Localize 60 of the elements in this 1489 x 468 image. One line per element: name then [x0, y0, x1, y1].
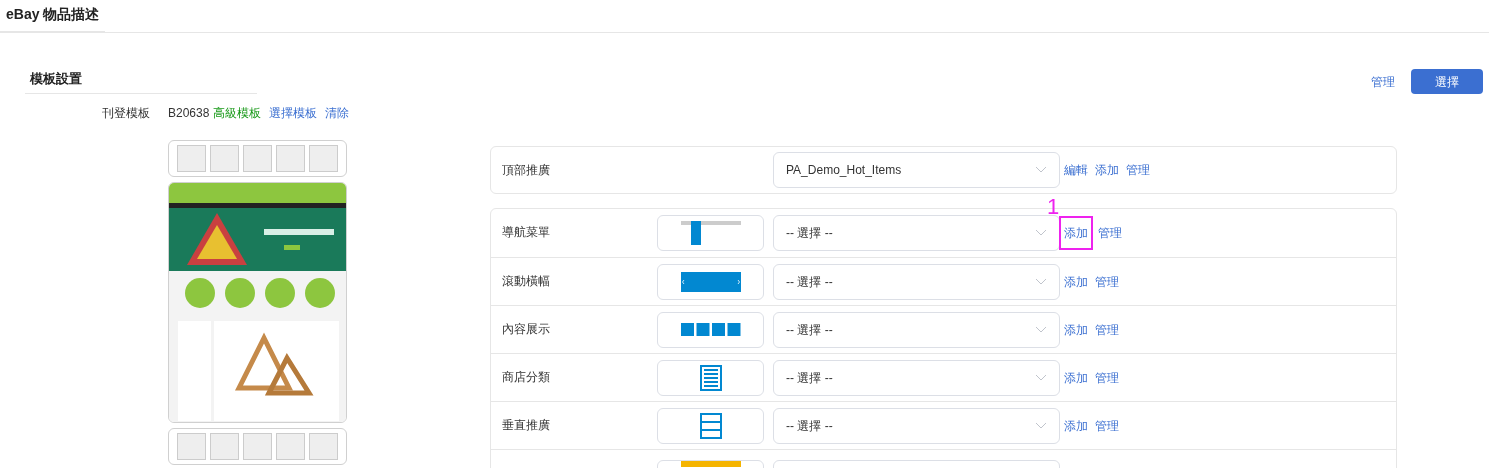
select-field[interactable]: -- 選擇 --	[773, 407, 1060, 444]
template-link[interactable]: 選擇模板	[269, 104, 318, 122]
action-link[interactable]: 管理	[1126, 161, 1150, 179]
template-link[interactable]: 清除	[325, 104, 350, 122]
action-link[interactable]: 管理	[1095, 272, 1119, 291]
row-label: 滾動橫幅	[502, 273, 551, 290]
row-label: 頂部推廣	[502, 162, 551, 179]
module-thumbnail[interactable]	[657, 359, 764, 396]
banner-bar-icon	[680, 461, 741, 467]
select-field[interactable]: PA_Demo_Hot_Items	[773, 152, 1060, 188]
action-link[interactable]: 管理	[1095, 320, 1119, 339]
row-label: 商店分類	[502, 369, 551, 386]
thumbnail-slot[interactable]	[243, 145, 272, 172]
select-button[interactable]: 選擇	[1411, 69, 1483, 94]
thumbnail-slot[interactable]	[177, 433, 206, 460]
thumbnail-slot[interactable]	[177, 145, 206, 172]
manage-link[interactable]: 管理	[1371, 72, 1395, 91]
action-link[interactable]: 添加	[1064, 368, 1088, 387]
module-thumbnail[interactable]	[657, 407, 764, 444]
action-link[interactable]: 管理	[1095, 368, 1119, 387]
action-link[interactable]: 編輯	[1064, 161, 1088, 179]
chevron-down-icon	[1035, 277, 1047, 286]
chevron-down-icon	[1035, 373, 1047, 382]
row-label: 導航菜單	[502, 224, 551, 241]
template-code: B20638	[168, 105, 210, 122]
action-link[interactable]: 添加	[1064, 320, 1088, 339]
template-tier-label: 高級模板	[213, 105, 262, 122]
row-label: 垂直推廣	[502, 417, 551, 434]
stacked-rows-icon	[699, 412, 722, 439]
thumbnail-slot[interactable]	[210, 433, 239, 460]
nav-menu-icon	[680, 221, 741, 245]
field-label: 刊登模板	[101, 105, 150, 122]
chevron-down-icon	[1035, 166, 1047, 174]
action-link[interactable]: 添加	[1064, 272, 1088, 291]
thumbnail-slot[interactable]	[309, 145, 338, 172]
action-link[interactable]: 管理	[1098, 224, 1122, 242]
thumbnail-slot[interactable]	[243, 433, 272, 460]
row-label: 內容展示	[502, 321, 551, 338]
page-tab[interactable]: eBay 物品描述	[0, 4, 106, 33]
grid-blocks-icon	[680, 323, 741, 336]
thumbnail-slot[interactable]	[309, 433, 338, 460]
module-thumbnail[interactable]	[657, 215, 764, 251]
annotation-number: 1	[1047, 196, 1060, 218]
action-link[interactable]: 管理	[1095, 416, 1119, 435]
thumbnail-slot[interactable]	[276, 145, 305, 172]
chevron-down-icon	[1035, 229, 1047, 237]
module-thumbnail[interactable]	[657, 311, 764, 348]
module-thumbnail[interactable]	[657, 263, 764, 300]
list-icon	[699, 364, 722, 391]
action-link[interactable]: 添加	[1064, 416, 1088, 435]
select-field[interactable]: -- 選擇 --	[773, 359, 1060, 396]
select-field[interactable]: -- 選擇 --	[773, 311, 1060, 348]
chevron-down-icon	[1035, 325, 1047, 334]
section-title: 模板設置	[25, 69, 257, 94]
thumbnail-slot[interactable]	[210, 145, 239, 172]
banner-slider-icon	[680, 271, 741, 292]
chevron-down-icon	[1035, 421, 1047, 430]
action-link[interactable]: 添加	[1095, 161, 1119, 179]
select-field[interactable]: -- 選擇 --	[773, 263, 1060, 300]
thumbnail-slot[interactable]	[276, 433, 305, 460]
